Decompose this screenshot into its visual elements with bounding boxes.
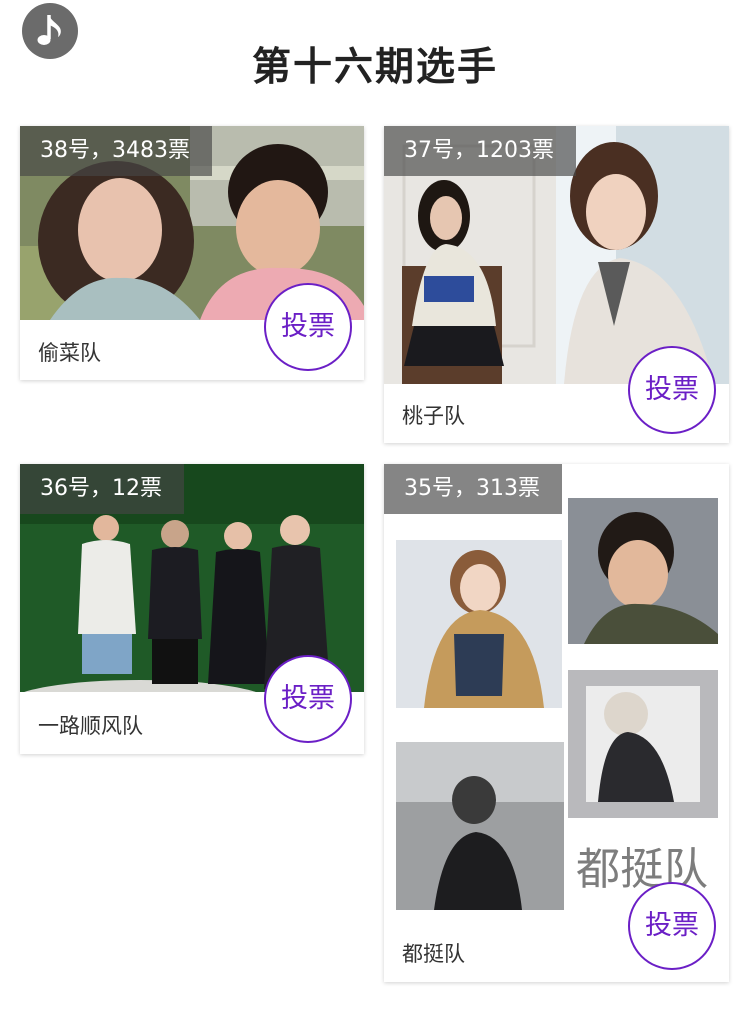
contestant-card-37[interactable]: 37号，1203票 桃子队 投票 bbox=[384, 126, 729, 443]
vote-button[interactable]: 投票 bbox=[628, 882, 716, 970]
team-name: 都挺队 bbox=[402, 942, 465, 966]
number-votes-tag: 36号，12票 bbox=[20, 464, 184, 514]
vote-button[interactable]: 投票 bbox=[264, 283, 352, 371]
contestant-card-38[interactable]: 38号，3483票 偷菜队 投票 bbox=[20, 126, 364, 380]
team-name: 偷菜队 bbox=[38, 341, 101, 365]
contestant-card-36[interactable]: 36号，12票 一路顺风队 投票 bbox=[20, 464, 364, 754]
team-name: 一路顺风队 bbox=[38, 714, 143, 738]
contestant-photo: 都挺队 bbox=[384, 464, 729, 924]
number-votes-tag: 35号，313票 bbox=[384, 464, 562, 514]
team-name: 桃子队 bbox=[402, 404, 465, 428]
number-votes-tag: 38号，3483票 bbox=[20, 126, 212, 176]
page-title: 第十六期选手 bbox=[251, 45, 498, 90]
number-votes-tag: 37号，1203票 bbox=[384, 126, 576, 176]
vote-button[interactable]: 投票 bbox=[264, 655, 352, 743]
contestant-card-35[interactable]: 都挺队 35号，313票 都挺队 投票 bbox=[384, 464, 729, 982]
vote-button[interactable]: 投票 bbox=[628, 346, 716, 434]
